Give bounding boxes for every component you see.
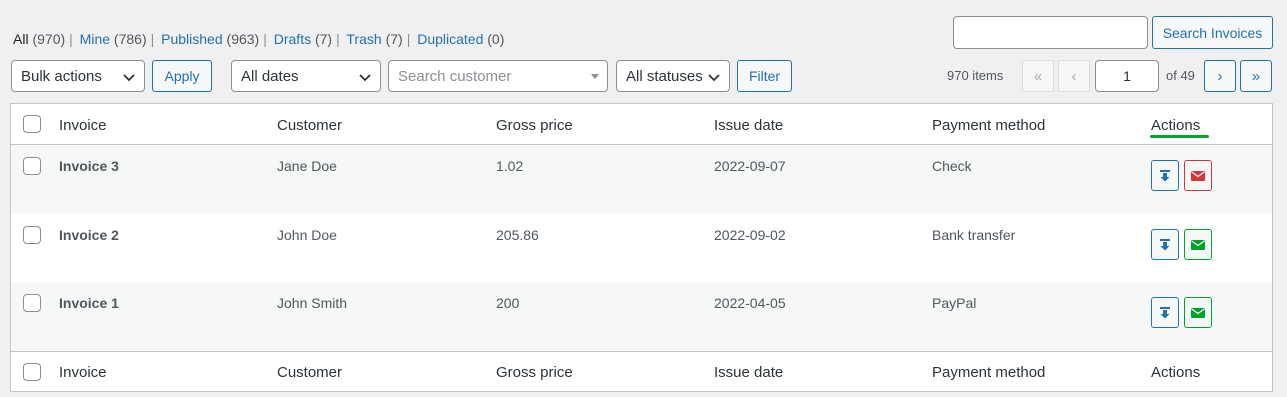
column-actions: Actions <box>1151 364 1201 381</box>
send-email-button[interactable] <box>1184 297 1212 328</box>
row-checkbox[interactable] <box>23 226 41 244</box>
column-actions: Actions <box>1151 117 1201 134</box>
column-issue-date[interactable]: Issue date <box>714 117 783 134</box>
current-page-input[interactable]: 1 <box>1095 60 1159 92</box>
statuses-filter-label: All statuses <box>626 67 703 85</box>
dates-filter-select[interactable]: All dates <box>231 60 381 92</box>
invoice-link[interactable]: Invoice 3 <box>59 158 119 174</box>
bulk-actions-label: Bulk actions <box>21 67 102 85</box>
row-checkbox[interactable] <box>23 157 41 175</box>
invoice-link[interactable]: Invoice 2 <box>59 227 119 243</box>
column-customer[interactable]: Customer <box>277 364 342 381</box>
select-all-checkbox[interactable] <box>23 363 41 381</box>
column-gross-price[interactable]: Gross price <box>496 117 573 134</box>
column-gross-price[interactable]: Gross price <box>496 364 573 381</box>
issue-date-cell: 2022-09-07 <box>714 158 786 174</box>
download-icon <box>1160 238 1170 250</box>
send-email-button[interactable] <box>1184 229 1212 260</box>
payment-method-cell: Bank transfer <box>932 227 1016 243</box>
customer-cell: John Doe <box>277 227 337 243</box>
first-page-button: « <box>1022 60 1054 92</box>
column-customer[interactable]: Customer <box>277 117 342 134</box>
table-row: Invoice 1 John Smith 200 2022-04-05 PayP… <box>11 282 1272 351</box>
chevron-down-icon <box>708 74 720 82</box>
download-icon <box>1160 169 1170 181</box>
gross-price-cell: 205.86 <box>496 227 539 243</box>
download-button[interactable] <box>1151 160 1179 191</box>
table-row: Invoice 3 Jane Doe 1.02 2022-09-07 Check <box>11 145 1272 214</box>
customer-cell: Jane Doe <box>277 158 337 174</box>
view-trash[interactable]: Trash (7) <box>346 31 402 47</box>
table-row: Invoice 2 John Doe 205.86 2022-09-02 Ban… <box>11 214 1272 282</box>
view-mine[interactable]: Mine (786) <box>80 31 147 47</box>
view-separator: | <box>69 31 73 47</box>
column-payment-method[interactable]: Payment method <box>932 364 1045 381</box>
search-invoices-button[interactable]: Search Invoices <box>1152 16 1273 49</box>
chevron-down-icon <box>359 74 371 82</box>
apply-button[interactable]: Apply <box>152 60 212 92</box>
table-header: Invoice Customer Gross price Issue date … <box>11 104 1272 145</box>
items-count: 970 items <box>947 68 1004 83</box>
column-invoice[interactable]: Invoice <box>59 364 107 381</box>
gross-price-cell: 1.02 <box>496 158 524 174</box>
invoices-table: Invoice Customer Gross price Issue date … <box>10 103 1273 392</box>
issue-date-cell: 2022-09-02 <box>714 227 786 243</box>
customer-cell: John Smith <box>277 295 348 311</box>
column-invoice[interactable]: Invoice <box>59 117 107 134</box>
envelope-icon <box>1191 170 1205 181</box>
view-separator: | <box>406 31 411 47</box>
download-button[interactable] <box>1151 297 1179 328</box>
invoice-link[interactable]: Invoice 1 <box>59 295 119 311</box>
views-filter: All (970) | Mine (786) | Published (963) | … <box>13 31 504 47</box>
last-page-button[interactable]: » <box>1240 60 1272 92</box>
actions-underline <box>1150 135 1209 138</box>
table-footer: Invoice Customer Gross price Issue date … <box>11 351 1272 391</box>
payment-method-cell: PayPal <box>932 295 977 311</box>
view-duplicated[interactable]: Duplicated (0) <box>417 31 504 47</box>
view-separator: | <box>336 31 340 47</box>
payment-method-cell: Check <box>932 158 972 174</box>
search-invoices-input[interactable] <box>953 16 1148 49</box>
send-email-button[interactable] <box>1184 160 1212 191</box>
dates-filter-label: All dates <box>241 67 299 85</box>
bulk-actions-select[interactable]: Bulk actions <box>11 60 145 92</box>
statuses-filter-select[interactable]: All statuses <box>616 60 730 92</box>
gross-price-cell: 200 <box>496 295 520 311</box>
select-all-checkbox[interactable] <box>23 115 41 133</box>
customer-search-select[interactable]: Search customer <box>388 60 608 92</box>
view-all[interactable]: All (970) <box>13 31 65 47</box>
column-payment-method[interactable]: Payment method <box>932 117 1045 134</box>
download-button[interactable] <box>1151 229 1179 260</box>
next-page-button[interactable]: › <box>1204 60 1236 92</box>
view-drafts[interactable]: Drafts (7) <box>274 31 332 47</box>
envelope-icon <box>1191 307 1205 318</box>
view-published[interactable]: Published (963) <box>161 31 259 47</box>
issue-date-cell: 2022-04-05 <box>714 295 786 311</box>
envelope-icon <box>1191 239 1205 250</box>
view-separator: | <box>263 31 267 47</box>
download-icon <box>1160 306 1170 318</box>
column-issue-date[interactable]: Issue date <box>714 364 783 381</box>
filter-button[interactable]: Filter <box>737 60 792 92</box>
customer-search-placeholder: Search customer <box>398 67 512 85</box>
row-checkbox[interactable] <box>23 294 41 312</box>
triangle-down-icon <box>591 74 599 79</box>
total-pages: of 49 <box>1166 68 1195 83</box>
prev-page-button: ‹ <box>1058 60 1090 92</box>
view-separator: | <box>150 31 155 47</box>
chevron-down-icon <box>123 74 135 82</box>
